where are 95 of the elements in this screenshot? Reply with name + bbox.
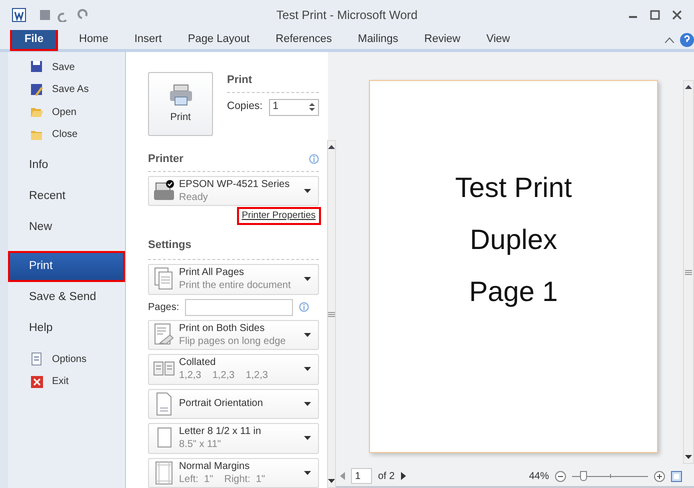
dropdown-subtitle: Left: 1" Right: 1" (179, 472, 266, 486)
dropdown-subtitle: Print the entire document (179, 279, 292, 292)
printer-properties-link[interactable]: Printer Properties (238, 208, 319, 224)
ribbon-tab[interactable]: Insert (121, 29, 175, 49)
duplex-page-icon (153, 322, 175, 347)
dropdown-title: Print All Pages (179, 266, 246, 280)
caret-icon (304, 470, 311, 475)
scrollbar[interactable] (326, 140, 336, 488)
close-icon (672, 10, 682, 20)
collapse-ribbon-icon (665, 37, 674, 43)
caret-icon (304, 332, 311, 337)
previous-page-icon (340, 472, 345, 480)
document-text: Test Print (455, 171, 572, 205)
sidebar-item[interactable]: Recent (8, 181, 125, 212)
sidebar-item[interactable]: Save & Send (8, 282, 125, 313)
help-icon (680, 33, 694, 47)
sidebar-item[interactable]: New (8, 212, 125, 243)
caret-icon (304, 367, 311, 372)
info-icon (299, 302, 310, 312)
field-label: Pages: (148, 300, 180, 315)
dropdown-title: Collated (179, 356, 217, 370)
ribbon-tab[interactable]: Page Layout (174, 29, 263, 49)
ribbon-tab[interactable]: References (262, 29, 345, 49)
dropdown-subtitle: Ready (179, 190, 209, 204)
dropdown[interactable]: EPSON WP-4521 Series Ready (148, 176, 319, 206)
zoom-out-icon (555, 470, 566, 482)
grip-icon (328, 312, 335, 316)
margins-page-icon (153, 460, 175, 485)
scrollbar[interactable] (683, 80, 694, 464)
open-folder-icon (30, 105, 44, 120)
floppy-pencil-icon (30, 82, 44, 97)
sidebar-item[interactable]: Options (8, 348, 125, 370)
section-heading: Printer (148, 152, 184, 167)
document-text: Page 1 (469, 275, 558, 309)
printer-icon (168, 84, 192, 106)
dropdown[interactable]: Portrait Orientation (148, 388, 319, 420)
page-count: of 2 (378, 470, 395, 484)
dropdown[interactable]: Collated 1,2,3 1,2,3 1,2,3 (148, 354, 319, 385)
dropdown[interactable]: Letter 8 1/2 x 11 in 8.5" x 11" (148, 423, 319, 454)
next-page-icon (400, 472, 406, 480)
dropdown-title: Letter 8 1/2 x 11 in (179, 425, 262, 438)
printer-icon (153, 178, 175, 203)
dropdown-title: Normal Margins (179, 460, 251, 473)
dropdown[interactable]: Normal Margins Left: 1" Right: 1" (148, 458, 319, 488)
info-icon (308, 154, 319, 164)
zoom-to-page-icon (671, 470, 682, 482)
pages-field[interactable] (185, 298, 294, 316)
scroll-up-icon (328, 145, 335, 149)
caret-icon (304, 402, 311, 406)
dropdown-subtitle: Flip pages on long edge (179, 334, 287, 348)
word-logo-icon (12, 8, 26, 22)
dropdown-title: Print on Both Sides (179, 322, 266, 335)
ribbon-tab[interactable]: Review (411, 29, 474, 49)
sidebar-item[interactable]: Open (8, 101, 125, 124)
dropdown-subtitle: 1,2,3 1,2,3 1,2,3 (179, 369, 269, 382)
zoom-slider[interactable] (572, 471, 648, 481)
caret-icon (304, 188, 311, 193)
page-number-field[interactable]: 1 (351, 468, 372, 484)
field-label: Copies: (227, 99, 263, 114)
sidebar-item[interactable]: Save (8, 56, 125, 78)
close-icon (30, 374, 44, 389)
scroll-down-icon (685, 455, 692, 459)
dropdown-subtitle: 8.5" x 11" (179, 438, 222, 452)
grip-icon (685, 270, 692, 274)
dropdown[interactable]: Print All Pages Print the entire document (148, 264, 319, 295)
zoom-percent: 44% (528, 470, 549, 484)
sidebar-item[interactable]: Save As (8, 78, 125, 101)
restore-icon (650, 10, 660, 20)
spinner-icon (308, 102, 315, 112)
pages-icon (153, 267, 175, 292)
slider-thumb[interactable] (580, 471, 588, 481)
sidebar-item[interactable]: Exit (8, 370, 125, 393)
print-button[interactable]: Print (148, 72, 213, 136)
scroll-up-icon (685, 85, 692, 89)
ribbon-tab[interactable]: Home (66, 29, 122, 49)
document-text: Duplex (470, 223, 558, 257)
sidebar-item[interactable]: Print (8, 251, 125, 282)
zoom-in-icon (654, 470, 665, 482)
document-icon (30, 352, 44, 366)
dropdown-title: EPSON WP-4521 Series (179, 178, 291, 191)
ribbon-tab[interactable]: View (473, 29, 523, 49)
caret-icon (304, 436, 311, 440)
dropdown[interactable]: Print on Both Sides Flip pages on long edge (148, 320, 319, 350)
sidebar-item[interactable]: Info (8, 150, 125, 181)
sidebar-item[interactable]: Help (8, 313, 125, 344)
window-title: Test Print - Microsoft Word (276, 8, 418, 22)
ribbon-tab[interactable]: Mailings (344, 29, 412, 49)
section-heading: Print (227, 72, 319, 92)
section-heading: Settings (148, 239, 192, 252)
caret-icon (304, 277, 311, 282)
ribbon-tab[interactable]: File (12, 29, 56, 49)
sidebar-item[interactable]: Close (8, 124, 125, 146)
dropdown-title: Portrait Orientation (179, 397, 264, 410)
copies-field[interactable]: 1 (268, 98, 319, 116)
scroll-down-icon (328, 479, 335, 483)
